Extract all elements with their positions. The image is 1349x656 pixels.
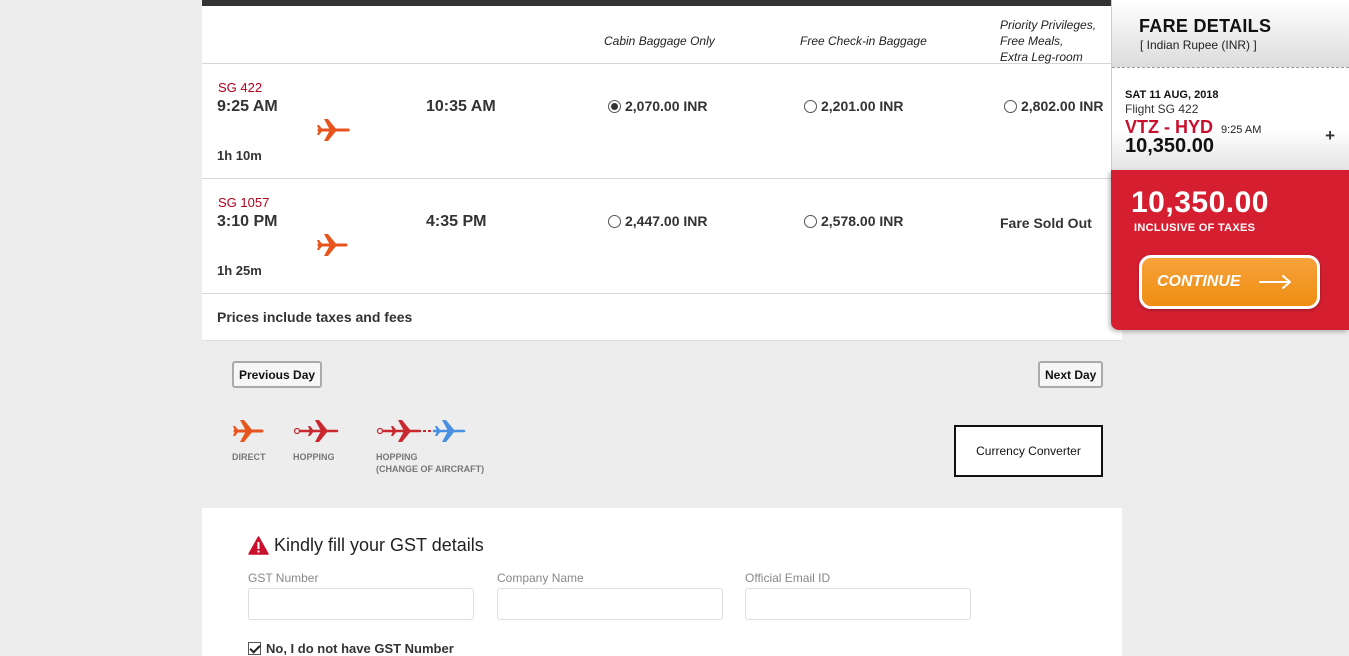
fare-price: 2,070.00 INR xyxy=(625,98,708,114)
fare-option-checkin[interactable]: 2,201.00 INR xyxy=(804,98,904,114)
fare-details-header: FARE DETAILS [ Indian Rupee (INR) ] xyxy=(1112,0,1349,68)
day-navigation-area: Previous Day Next Day DIRECT HOPPING HOP… xyxy=(202,341,1122,507)
flight-number: SG 422 xyxy=(218,80,263,95)
gst-number-field: GST Number xyxy=(248,571,474,620)
price-note: Prices include taxes and fees xyxy=(217,309,413,325)
flight-row: SG 1057 3:10 PM 4:35 PM 1h 25m 2,447.00 … xyxy=(202,179,1122,294)
header-checkin-baggage: Free Check-in Baggage xyxy=(800,34,927,48)
official-email-field: Official Email ID xyxy=(745,571,971,620)
header-priority-line: Free Meals, xyxy=(1000,34,1064,48)
legend-hopping: HOPPING xyxy=(293,419,341,463)
fare-column-header: Cabin Baggage Only Free Check-in Baggage… xyxy=(202,6,1122,64)
direct-flight-icon xyxy=(317,119,350,141)
fare-radio[interactable] xyxy=(804,99,817,113)
direct-plane-icon xyxy=(233,420,264,442)
no-gst-label: No, I do not have GST Number xyxy=(266,641,454,656)
flight-row: SG 422 9:25 AM 10:35 AM 1h 10m 2,070.00 … xyxy=(202,64,1122,179)
fare-price: 2,447.00 INR xyxy=(625,213,708,229)
departure-time: 9:25 AM xyxy=(217,98,278,115)
arrow-right-icon xyxy=(1258,275,1291,289)
flight-duration: 1h 10m xyxy=(217,148,262,163)
flight-list: Cabin Baggage Only Free Check-in Baggage… xyxy=(202,6,1122,341)
fare-price: 2,578.00 INR xyxy=(821,213,904,229)
total-amount: 10,350.00 xyxy=(1131,186,1269,219)
flight-number: SG 1057 xyxy=(218,195,270,210)
header-cabin-baggage: Cabin Baggage Only xyxy=(604,34,715,48)
header-priority: Priority Privileges, Free Meals, Extra L… xyxy=(1000,17,1096,65)
legend-hopping-label: HOPPING xyxy=(293,452,335,462)
company-name-field: Company Name xyxy=(497,571,723,620)
no-gst-checkbox-row[interactable]: No, I do not have GST Number xyxy=(248,641,454,656)
no-gst-checkbox[interactable] xyxy=(248,642,261,655)
expand-plus-icon[interactable]: + xyxy=(1325,126,1335,146)
company-name-input[interactable] xyxy=(497,588,723,620)
fare-currency: [ Indian Rupee (INR) ] xyxy=(1140,38,1257,52)
legend-direct-label: DIRECT xyxy=(232,452,266,462)
hopping-plane-icon xyxy=(293,420,339,442)
gst-section: Kindly fill your GST details GST Number … xyxy=(202,508,1122,656)
travel-date: SAT 11 AUG, 2018 xyxy=(1125,89,1219,101)
gst-title: Kindly fill your GST details xyxy=(248,535,484,556)
departure-time: 3:10 PM xyxy=(217,213,278,230)
gst-number-label: GST Number xyxy=(248,571,319,585)
currency-converter-button[interactable]: Currency Converter xyxy=(954,425,1103,477)
legend-change-label: (CHANGE OF AIRCRAFT) xyxy=(376,464,485,474)
fare-radio[interactable] xyxy=(1004,99,1017,113)
official-email-input[interactable] xyxy=(745,588,971,620)
direct-flight-icon xyxy=(317,234,348,256)
change-aircraft-plane-icon xyxy=(376,420,466,442)
legend-change-aircraft: HOPPING (CHANGE OF AIRCRAFT) xyxy=(376,419,484,475)
previous-day-button[interactable]: Previous Day xyxy=(232,361,323,388)
total-label: INCLUSIVE OF TAXES xyxy=(1134,222,1256,234)
header-priority-line: Extra Leg-room xyxy=(1000,50,1083,64)
fare-sold-out: Fare Sold Out xyxy=(1000,215,1092,231)
legend-change-label: HOPPING xyxy=(376,452,418,462)
fare-summary: FARE DETAILS [ Indian Rupee (INR) ] SAT … xyxy=(1111,0,1349,170)
official-email-label: Official Email ID xyxy=(745,571,831,585)
gst-number-input[interactable] xyxy=(248,588,474,620)
fare-option-cabin[interactable]: 2,447.00 INR xyxy=(608,213,708,229)
gst-title-text: Kindly fill your GST details xyxy=(274,535,484,555)
next-day-button[interactable]: Next Day xyxy=(1038,361,1104,388)
fare-radio[interactable] xyxy=(804,214,817,228)
continue-label: CONTINUE xyxy=(1157,273,1241,290)
fare-price: 2,802.00 INR xyxy=(1021,98,1104,114)
fare-flight-summary: SAT 11 AUG, 2018 Flight SG 422 VTZ - HYD… xyxy=(1112,68,1349,170)
fare-radio[interactable] xyxy=(608,214,621,228)
fare-option-checkin[interactable]: 2,578.00 INR xyxy=(804,213,904,229)
fare-total-box: 10,350.00 INCLUSIVE OF TAXES CONTINUE xyxy=(1111,170,1349,330)
fare-option-cabin[interactable]: 2,070.00 INR xyxy=(608,98,708,114)
company-name-label: Company Name xyxy=(497,571,584,585)
legend-direct: DIRECT xyxy=(232,419,266,463)
fare-details-title: FARE DETAILS xyxy=(1139,16,1272,36)
warning-icon xyxy=(248,536,269,555)
selected-flight: Flight SG 422 xyxy=(1125,102,1199,116)
header-priority-line: Priority Privileges, xyxy=(1000,18,1097,32)
continue-button[interactable]: CONTINUE xyxy=(1139,255,1320,309)
fare-price: 2,201.00 INR xyxy=(821,98,904,114)
flight-fare-amount: 10,350.00 xyxy=(1125,135,1214,157)
route-time: 9:25 AM xyxy=(1221,124,1262,136)
fare-option-priority[interactable]: 2,802.00 INR xyxy=(1004,98,1104,114)
flight-duration: 1h 25m xyxy=(217,263,262,278)
main-content: Cabin Baggage Only Free Check-in Baggage… xyxy=(202,0,1122,656)
fare-details-panel: FARE DETAILS [ Indian Rupee (INR) ] SAT … xyxy=(1111,0,1349,330)
fare-radio[interactable] xyxy=(608,99,621,113)
arrival-time: 4:35 PM xyxy=(426,213,487,230)
arrival-time: 10:35 AM xyxy=(426,98,496,115)
